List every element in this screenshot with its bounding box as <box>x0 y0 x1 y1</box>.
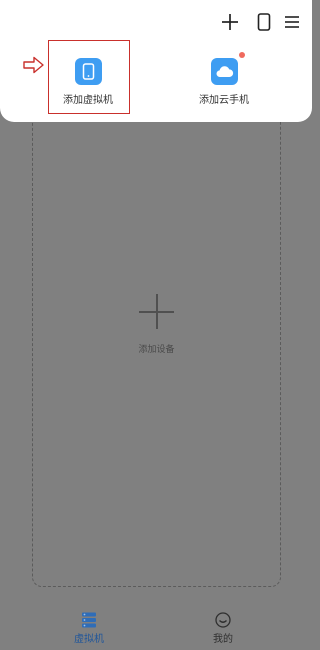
notification-dot <box>238 52 245 58</box>
nav-item-virtual-machine[interactable]: 虚拟机 <box>59 611 119 645</box>
phone-outline-icon <box>257 13 271 31</box>
plus-icon <box>222 14 238 30</box>
add-device-card[interactable]: 添加设备 <box>32 106 281 587</box>
cloud-icon <box>210 52 245 85</box>
add-button[interactable] <box>220 12 240 32</box>
add-cloud-phone-label: 添加云手机 <box>199 95 249 106</box>
vm-stack-icon <box>82 612 96 628</box>
nav-label-mine: 我的 <box>213 634 233 645</box>
device-view-button[interactable] <box>254 12 274 32</box>
hamburger-menu-icon <box>285 16 299 28</box>
smile-face-icon <box>215 612 231 628</box>
nav-label-virtual-machine: 虚拟机 <box>74 634 104 645</box>
add-device-label: 添加设备 <box>138 345 175 355</box>
add-cloud-phone-option[interactable]: 添加云手机 <box>174 52 274 106</box>
bottom-nav: 虚拟机 我的 <box>0 606 312 650</box>
add-virtual-machine-label: 添加虚拟机 <box>63 95 113 106</box>
nav-item-mine[interactable]: 我的 <box>193 611 253 645</box>
plus-icon <box>139 294 174 329</box>
phone-icon <box>74 58 102 85</box>
add-virtual-machine-option[interactable]: 添加虚拟机 <box>38 58 138 106</box>
add-popup-menu: 添加虚拟机 添加云手机 <box>0 0 312 122</box>
menu-button[interactable] <box>282 12 302 32</box>
